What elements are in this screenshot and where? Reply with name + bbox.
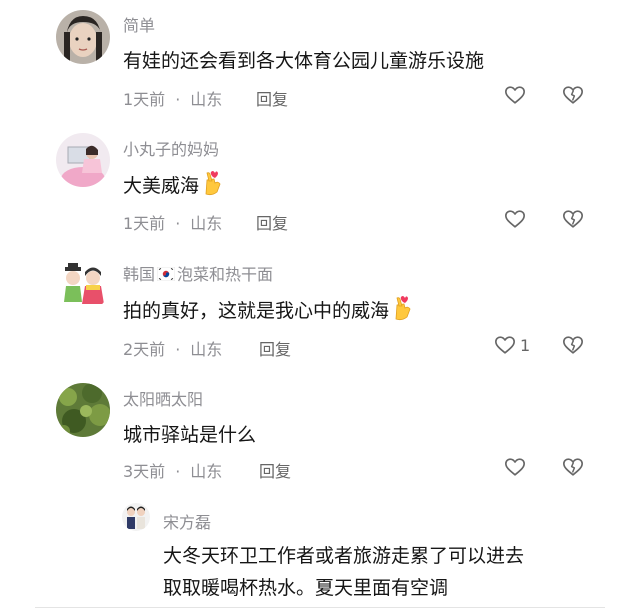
- reply-button[interactable]: 回复: [259, 336, 291, 360]
- like-icon[interactable]: [504, 84, 526, 110]
- comment-location: 山东: [190, 90, 223, 109]
- comment-location: 山东: [190, 340, 223, 359]
- comment-time: 1天前: [123, 90, 166, 109]
- comment-time: 3天前: [123, 462, 166, 481]
- username[interactable]: 韩国 泡菜和热干面: [123, 261, 273, 285]
- dislike-icon[interactable]: [562, 456, 584, 482]
- divider: [35, 607, 605, 608]
- avatar[interactable]: [56, 10, 110, 64]
- comment-location: 山东: [190, 462, 223, 481]
- username[interactable]: 太阳晒太阳: [123, 386, 203, 410]
- like-icon[interactable]: [494, 334, 516, 360]
- korea-flag-icon: [156, 266, 176, 285]
- reply-button[interactable]: 回复: [259, 458, 291, 482]
- comment-meta: 2天前 · 山东: [123, 340, 223, 359]
- comment-meta: 1天前 · 山东: [123, 214, 223, 233]
- dislike-icon[interactable]: [562, 334, 584, 360]
- reply-button[interactable]: 回复: [256, 86, 288, 110]
- comment-text: 大美威海: [123, 170, 223, 201]
- comment-text: 拍的真好，这就是我心中的威海: [123, 295, 413, 326]
- comment-time: 2天前: [123, 340, 166, 359]
- comment-text: 有娃的还会看到各大体育公园儿童游乐设施: [123, 50, 485, 72]
- dislike-icon[interactable]: [562, 84, 584, 110]
- avatar[interactable]: [122, 503, 150, 531]
- like-icon[interactable]: [504, 208, 526, 234]
- avatar[interactable]: [56, 133, 110, 187]
- comment-meta: 1天前 · 山东: [123, 90, 223, 109]
- username[interactable]: 宋方磊: [163, 509, 211, 533]
- avatar[interactable]: [56, 258, 110, 312]
- dislike-icon[interactable]: [562, 208, 584, 234]
- reply-text-line: 取取暖喝杯热水。夏天里面有空调: [163, 577, 449, 599]
- comment-time: 1天前: [123, 214, 166, 233]
- comment-meta: 3天前 · 山东: [123, 462, 223, 481]
- finger-heart-icon: [201, 170, 223, 201]
- finger-heart-icon: [391, 295, 413, 326]
- avatar[interactable]: [56, 383, 110, 437]
- username-suffix: 泡菜和热干面: [177, 265, 274, 284]
- reply-text-line: 大冬天环卫工作者或者旅游走累了可以进去: [163, 545, 525, 567]
- username[interactable]: 小丸子的妈妈: [123, 136, 219, 160]
- comment-text: 城市驿站是什么: [123, 424, 257, 446]
- reply-button[interactable]: 回复: [256, 210, 288, 234]
- like-count: 1: [520, 336, 531, 355]
- username[interactable]: 简单: [123, 12, 155, 36]
- comment-location: 山东: [190, 214, 223, 233]
- like-icon[interactable]: [504, 456, 526, 482]
- comment-text-content: 拍的真好，这就是我心中的威海: [123, 300, 390, 322]
- username-prefix: 韩国: [123, 265, 156, 284]
- comment-text-content: 大美威海: [123, 175, 200, 197]
